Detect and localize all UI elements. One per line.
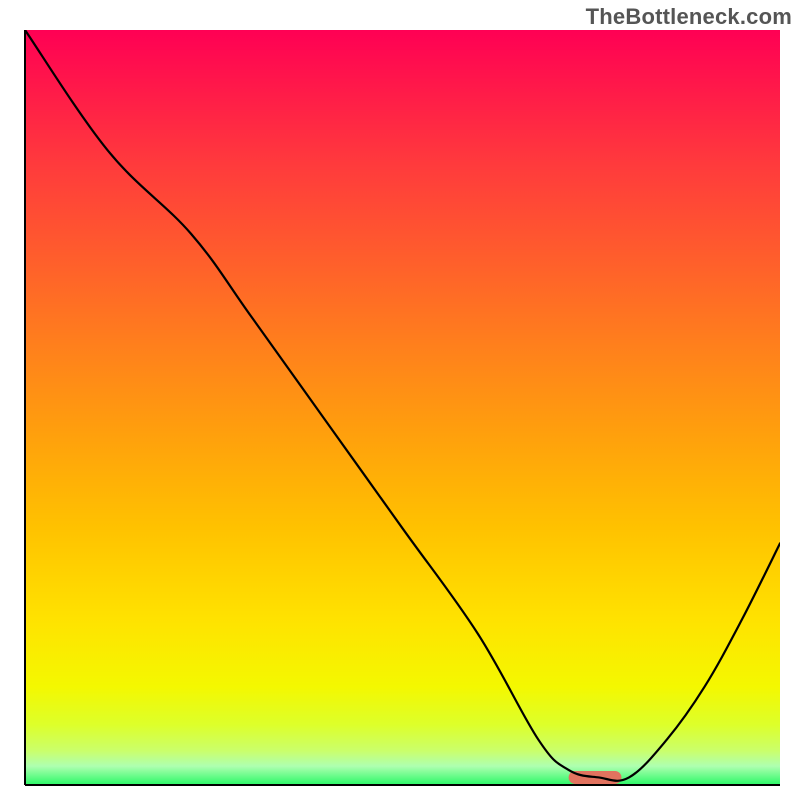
chart-container: TheBottleneck.com [0,0,800,800]
plot-background [25,30,780,785]
watermark-text: TheBottleneck.com [586,4,792,30]
bottleneck-chart [0,0,800,800]
